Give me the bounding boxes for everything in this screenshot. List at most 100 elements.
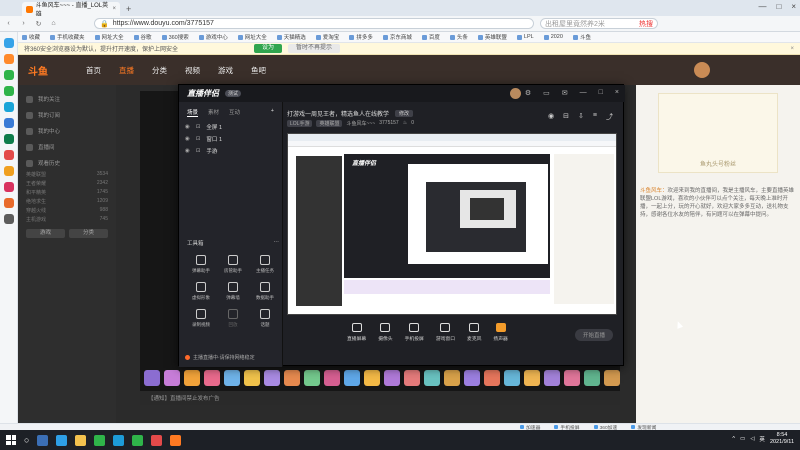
gift-icon[interactable] [604,370,620,386]
menu-icon[interactable]: ≡ [593,112,597,122]
notice-close-icon[interactable]: × [790,46,794,52]
refresh-icon[interactable]: ↻ [34,20,43,28]
bookmark-item[interactable]: 网址大全 [237,33,267,41]
sidebar-app-icon[interactable] [3,102,14,112]
new-tab-button[interactable]: + [126,2,131,16]
sidebar-app-icon[interactable] [3,70,14,80]
gift-icon[interactable] [344,370,360,386]
left-nav-button[interactable]: 游戏 [26,229,65,238]
tool-item[interactable]: 弹幕助手 [185,255,217,274]
settings-icon[interactable]: ⚙ [525,89,531,97]
qq-icon[interactable] [113,434,125,446]
sidebar-app-icon[interactable] [3,214,14,224]
game-window-button[interactable]: 游戏窗口 [436,323,455,342]
sidebar-app-icon[interactable] [3,182,14,192]
maximize-icon[interactable]: □ [776,2,781,11]
left-nav-button[interactable]: 分类 [69,229,108,238]
phone-cast-button[interactable]: 手机投屏 [405,323,424,342]
scene-item[interactable]: ◉ ⊡ 全屏 1 [179,121,282,133]
network-icon[interactable]: ▭ [740,436,745,442]
maximize-icon[interactable]: □ [599,89,603,97]
sidebar-app-icon[interactable] [3,118,14,128]
gift-icon[interactable] [364,370,380,386]
microphone-button[interactable]: 麦克风 [467,323,481,342]
url-field[interactable]: 🔒 https://www.douyu.com/3775157 [94,18,534,29]
lock-icon[interactable]: ⊡ [196,124,201,130]
bookmark-item[interactable]: LPL [516,34,534,40]
stream-preview[interactable]: 直播伴侣 [287,133,617,315]
chat-username[interactable]: 斗鱼风车： [640,188,668,194]
eye-icon[interactable]: ◉ [185,136,190,142]
bookmark-item[interactable]: 京东商城 [382,33,412,41]
nav-item[interactable]: 分类 [152,65,167,76]
streamer-avatar[interactable] [510,88,521,99]
nav-item[interactable]: 首页 [86,65,101,76]
gift-icon[interactable] [424,370,440,386]
sidebar-app-icon[interactable] [3,150,14,160]
nav-item[interactable]: 直播 [119,65,134,76]
left-nav-item[interactable]: 我的关注 [26,91,108,107]
toolbox-more-icon[interactable]: ⋯ [274,239,280,247]
gift-icon[interactable] [164,370,180,386]
search-field[interactable]: 出租屋里竟然养2米 热搜 [540,18,658,29]
share-icon[interactable]: ⤴ [606,112,613,122]
input-language[interactable]: 英 [759,435,765,443]
nav-item[interactable]: 视频 [185,65,200,76]
room-category[interactable]: LOL手游 [287,119,313,127]
left-nav-item[interactable]: 我的中心 [26,123,108,139]
home-icon[interactable]: ⌂ [49,20,58,27]
bookmark-item[interactable]: 收藏 [22,33,40,41]
eye-icon[interactable]: ◉ [185,124,190,130]
browser-tab[interactable]: 斗鱼风车~~~ - 直播_LOL英雄 × [22,2,120,18]
nav-item[interactable]: 游戏 [218,65,233,76]
scene-item[interactable]: ◉ ⊡ 窗口 1 [179,133,282,145]
browser-360-icon[interactable] [94,434,106,446]
bookmark-item[interactable]: 拼多多 [349,33,373,41]
hot-search-badge[interactable]: 热搜 [639,19,653,29]
tool-item[interactable]: 录制视频 [185,309,217,328]
category-row[interactable]: 王者荣耀 2342 [26,180,108,189]
sidebar-app-icon[interactable] [3,86,14,96]
gift-icon[interactable] [544,370,560,386]
left-nav-item[interactable]: 直播间 [26,139,108,155]
download-icon[interactable]: ⇩ [578,112,584,122]
bookmark-item[interactable]: 网址大全 [94,33,124,41]
bookmark-item[interactable]: 爱淘宝 [315,33,339,41]
sidebar-app-icon[interactable] [3,134,14,144]
bookmark-item[interactable]: 百度 [421,33,440,41]
bookmark-item[interactable]: 游戏中心 [198,33,228,41]
room-subcategory[interactable]: 英雄联盟 [316,119,343,127]
gift-icon[interactable] [284,370,300,386]
bookmark-item[interactable]: 天猫精选 [276,33,306,41]
bookmark-item[interactable]: 2020 [543,34,563,40]
gift-icon[interactable] [264,370,280,386]
category-row[interactable]: 和平精英 1745 [26,189,108,198]
tool-item[interactable]: 数据助手 [249,282,281,301]
speaker-button[interactable]: 扬声器 [493,323,508,342]
gift-icon[interactable] [464,370,480,386]
gift-icon[interactable] [324,370,340,386]
tool-item[interactable]: 话题 [249,309,281,328]
gift-icon[interactable] [564,370,580,386]
panel-tab[interactable]: 互动 [229,108,240,117]
layout-icon[interactable]: ⊟ [563,112,569,122]
tool-item[interactable]: 房管助手 [217,255,249,274]
sidebar-app-icon[interactable] [3,54,14,64]
gift-icon[interactable] [444,370,460,386]
gift-icon[interactable] [524,370,540,386]
clock[interactable]: 8:54 2021/9/11 [770,432,794,446]
bookmark-item[interactable]: 英雄联盟 [477,33,507,41]
search-icon[interactable]: ○ [24,435,29,445]
nav-item[interactable]: 鱼吧 [251,65,266,76]
panel-tab[interactable]: 素材 [208,108,219,117]
category-row[interactable]: 英雄联盟 3534 [26,171,108,180]
user-avatar[interactable] [694,62,710,78]
category-row[interactable]: 主机游戏 745 [26,216,108,225]
gift-icon[interactable] [504,370,520,386]
tool-item[interactable]: 弹幕墙 [217,282,249,301]
record-icon[interactable]: ◉ [548,112,554,122]
minimize-icon[interactable]: — [580,89,587,97]
bookmark-item[interactable]: 斗鱼 [572,33,591,41]
gift-icon[interactable] [224,370,240,386]
bookmark-item[interactable]: 360搜索 [161,33,189,41]
